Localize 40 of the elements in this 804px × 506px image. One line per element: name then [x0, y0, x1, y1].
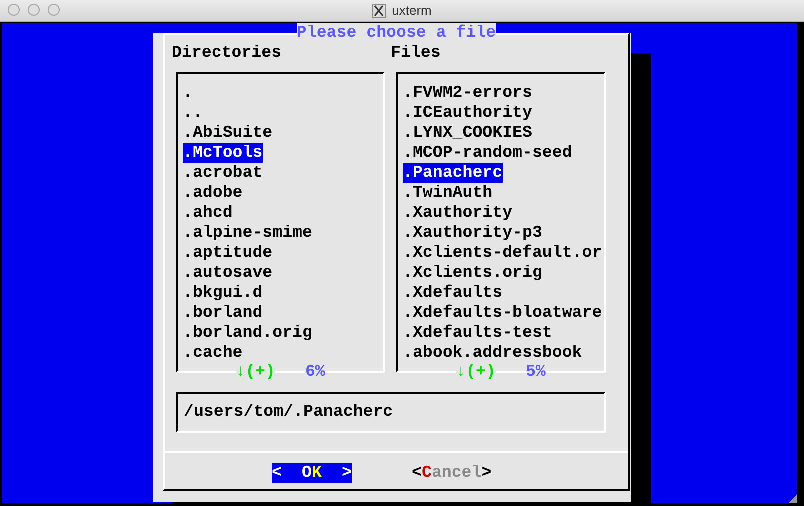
- list-item[interactable]: .Xclients-default.or: [403, 243, 602, 263]
- list-item[interactable]: .FVWM2-errors: [403, 83, 532, 103]
- list-item[interactable]: .alpine-smime: [183, 223, 312, 243]
- list-item[interactable]: .Xdefaults-bloatware: [403, 303, 602, 323]
- list-item[interactable]: .Xdefaults: [403, 283, 503, 303]
- list-item[interactable]: .ICEauthority: [403, 103, 532, 123]
- x-logo-icon: [372, 4, 386, 18]
- list-item[interactable]: .: [183, 83, 193, 103]
- dialog-button[interactable]: <Cancel>: [412, 463, 492, 483]
- list-item[interactable]: .autosave: [183, 263, 273, 283]
- dialog-button[interactable]: < OK >: [272, 463, 352, 483]
- minimize-button[interactable]: [28, 4, 40, 16]
- close-button[interactable]: [8, 4, 20, 16]
- list-item[interactable]: .acrobat: [183, 163, 263, 183]
- list-item[interactable]: .TwinAuth: [403, 183, 493, 203]
- list-item[interactable]: .borland: [183, 303, 263, 323]
- list-item[interactable]: .McTools: [183, 143, 263, 163]
- list-item[interactable]: .abook.addressbook: [403, 343, 582, 363]
- path-field[interactable]: /users/tom/.Panacherc: [176, 392, 606, 433]
- list-item[interactable]: .ahcd: [183, 203, 233, 223]
- list-item[interactable]: .Panacherc: [403, 163, 503, 183]
- zoom-button[interactable]: [48, 4, 60, 16]
- list-item[interactable]: .AbiSuite: [183, 123, 273, 143]
- list-label: Directories: [172, 43, 283, 63]
- list-item[interactable]: .Xdefaults-test: [403, 323, 552, 343]
- window-title: uxterm: [392, 3, 432, 18]
- list-item[interactable]: .aptitude: [183, 243, 273, 263]
- list-item[interactable]: .cache: [183, 343, 243, 363]
- scroll-indicator: ↓(+): [456, 362, 496, 382]
- list-item[interactable]: ..: [183, 103, 203, 123]
- list-item[interactable]: .adobe: [183, 183, 243, 203]
- scroll-indicator: ↓(+): [236, 362, 276, 382]
- list-item[interactable]: .Xauthority: [403, 203, 513, 223]
- list-item[interactable]: .MCOP-random-seed: [403, 143, 572, 163]
- list-item[interactable]: .bkgui.d: [183, 283, 263, 303]
- list-label: Files: [391, 43, 441, 63]
- list-item[interactable]: .LYNX_COOKIES: [403, 123, 532, 143]
- list-item[interactable]: .borland.orig: [183, 323, 312, 343]
- list-item[interactable]: .Xauthority-p3: [403, 223, 542, 243]
- list-item[interactable]: .Xclients.orig: [403, 263, 542, 283]
